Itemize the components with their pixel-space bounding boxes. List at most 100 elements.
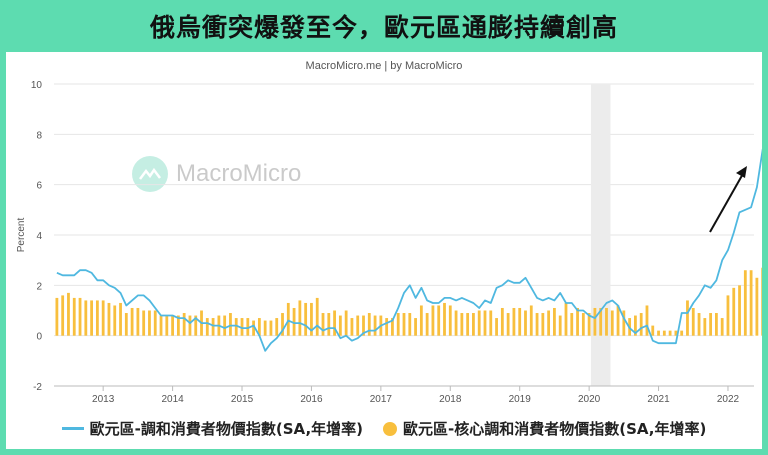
core-hicp-bar: [570, 313, 574, 336]
core-hicp-bar: [645, 305, 649, 336]
core-hicp-bar: [686, 300, 689, 336]
core-hicp-bar: [205, 318, 209, 336]
x-tick-label: 2017: [370, 394, 393, 405]
core-hicp-bar: [524, 310, 527, 336]
core-hicp-bar: [107, 302, 111, 336]
y-tick-label: 2: [36, 281, 42, 292]
core-hicp-bar: [72, 297, 76, 336]
core-hicp-bar: [743, 270, 747, 336]
core-hicp-bar: [67, 292, 70, 336]
core-hicp-bar: [263, 320, 267, 336]
core-hicp-bar: [171, 315, 174, 336]
core-hicp-bar: [651, 325, 655, 336]
axis-layer: -2 0 2 4 6 8 10 Percent 2013 2014 2015 2016 2017 2018…: [16, 80, 754, 405]
core-hicp-bar: [558, 315, 562, 336]
x-tick-label: 2016: [300, 394, 323, 405]
core-hicp-bar: [668, 330, 672, 336]
core-hicp-bar: [437, 305, 441, 336]
chart-plot: -2 0 2 4 6 8 10 Percent 2013 2014 2015 2016 2017 2018…: [16, 80, 762, 405]
legend-line-swatch: [61, 427, 84, 430]
core-hicp-bar: [78, 297, 82, 336]
x-tick-label: 2018: [439, 394, 462, 405]
core-hicp-bar: [703, 318, 707, 336]
core-hicp-bar: [211, 318, 215, 336]
core-hicp-bar: [726, 295, 730, 336]
core-hicp-bar: [489, 310, 493, 336]
core-hicp-bar: [414, 318, 417, 336]
legend-item-core-hicp[interactable]: 歐元區-核心調和消費者物價指數(SA,年增率): [383, 418, 706, 439]
core-hicp-bar: [327, 313, 331, 336]
core-hicp-bar: [448, 305, 452, 336]
y-axis-label: Percent: [16, 218, 27, 253]
core-hicp-bar: [610, 310, 614, 336]
core-hicp-bar: [460, 313, 464, 336]
core-hicp-bar: [130, 307, 134, 336]
legend-item-hicp[interactable]: 歐元區-調和消費者物價指數(SA,年增率): [61, 418, 363, 439]
core-hicp-bar: [165, 315, 169, 336]
core-hicp-bar: [581, 313, 585, 336]
legend-label-hicp: 歐元區-調和消費者物價指數(SA,年增率): [89, 420, 363, 438]
core-hicp-bar: [396, 313, 400, 336]
core-hicp-bar: [101, 300, 105, 336]
core-hicp-bar: [657, 330, 660, 336]
core-hicp-bar: [188, 315, 192, 336]
x-tick-label: 2020: [578, 394, 601, 405]
core-hicp-bar: [350, 318, 354, 336]
core-hicp-bar: [223, 315, 227, 336]
core-hicp-bar: [113, 305, 117, 336]
core-hicp-bar: [714, 313, 718, 336]
core-hicp-bar: [495, 318, 498, 336]
y-tick-label: 4: [36, 231, 42, 242]
core-hicp-bar: [616, 305, 620, 336]
core-hicp-bar: [408, 313, 412, 336]
core-hicp-bar: [466, 313, 470, 336]
core-hicp-bar: [529, 305, 533, 336]
core-hicp-bar: [338, 315, 342, 336]
core-hicp-bar: [738, 285, 741, 336]
core-hicp-bar: [732, 287, 736, 336]
core-hicp-bar: [95, 300, 99, 336]
y-tick-label: -2: [33, 382, 42, 393]
core-hicp-bar: [286, 302, 290, 336]
x-tick-label: 2013: [92, 394, 115, 405]
chart-legend: 歐元區-調和消費者物價指數(SA,年增率) 歐元區-核心調和消費者物價指數(SA…: [6, 418, 762, 439]
core-hicp-bar: [275, 318, 279, 336]
core-hicp-bar: [159, 315, 163, 336]
core-hicp-bar: [500, 307, 504, 336]
x-tick-label: 2014: [161, 394, 184, 405]
core-hicp-bar: [697, 313, 701, 336]
core-hicp-bar: [356, 315, 360, 336]
core-hicp-bar: [639, 313, 643, 336]
core-hicp-bar: [269, 320, 273, 336]
core-hicp-bar: [472, 313, 475, 336]
core-hicp-bar: [419, 305, 423, 336]
core-hicp-bar: [142, 310, 146, 336]
legend-label-core-hicp: 歐元區-核心調和消費者物價指數(SA,年增率): [403, 420, 707, 438]
core-hicp-bar: [443, 302, 446, 336]
core-hicp-bar: [119, 302, 122, 336]
arrow-shaft: [709, 171, 745, 233]
core-hicp-bar: [321, 313, 325, 336]
x-tick-label: 2015: [231, 394, 254, 405]
core-hicp-bar: [315, 297, 319, 336]
core-hicp-bar: [344, 310, 348, 336]
core-hicp-bar: [512, 307, 516, 336]
core-hicp-bar: [333, 310, 336, 336]
core-hicp-bar: [518, 307, 522, 336]
core-hicp-bar: [124, 313, 128, 336]
core-hicp-bar: [691, 307, 695, 336]
core-hicp-bar: [576, 307, 579, 336]
title-banner: 俄烏衝突爆發至今，歐元區通膨持續創高: [0, 0, 768, 52]
y-tick-label: 10: [31, 80, 43, 91]
core-hicp-bar: [593, 307, 597, 336]
chart-card: MacroMicro.me | by MacroMicro MacroMicro…: [6, 52, 762, 449]
core-hicp-bar: [709, 313, 713, 336]
core-hicp-bar: [605, 307, 608, 336]
y-tick-label: 8: [36, 130, 42, 141]
trend-arrow-annotation: [709, 166, 747, 233]
core-hicp-bar: [136, 307, 140, 336]
core-hicp-bar: [547, 310, 551, 336]
core-hicp-bar: [761, 267, 762, 336]
core-hicp-bar: [483, 310, 487, 336]
core-hicp-bar: [454, 310, 458, 336]
